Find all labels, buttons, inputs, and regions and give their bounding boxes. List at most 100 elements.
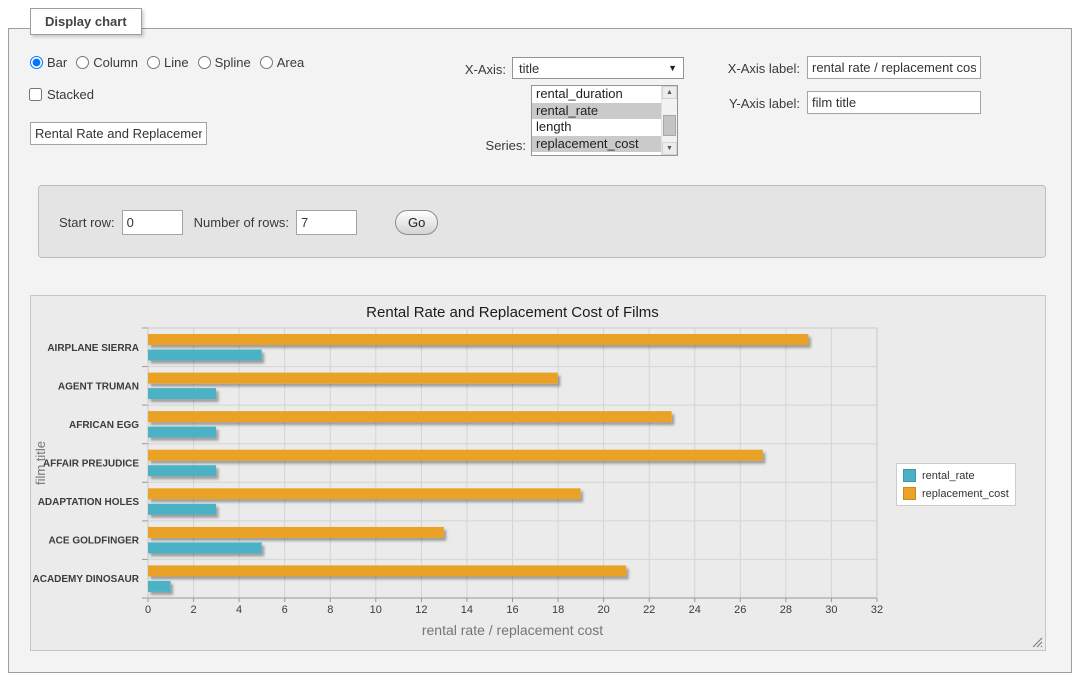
- y-axis-label-input[interactable]: [807, 91, 981, 114]
- series-option-rental_rate[interactable]: rental_rate: [532, 103, 677, 120]
- bar-rental_rate: [148, 504, 216, 515]
- x-tick-label: 30: [825, 604, 837, 616]
- go-button[interactable]: Go: [395, 210, 438, 235]
- category-label: AIRPLANE SIERRA: [47, 343, 139, 354]
- chart-legend: rental_rate replacement_cost: [896, 463, 1016, 506]
- chart-type-option-spline[interactable]: Spline: [198, 55, 251, 70]
- legend-swatch: [903, 469, 916, 482]
- x-tick-label: 0: [145, 604, 151, 616]
- category-label: AFFAIR PREJUDICE: [43, 459, 139, 470]
- x-tick-label: 2: [191, 604, 197, 616]
- chart-type-option-column[interactable]: Column: [76, 55, 138, 70]
- x-tick-label: 8: [327, 604, 333, 616]
- x-tick-label: 22: [643, 604, 655, 616]
- x-tick-label: 6: [282, 604, 288, 616]
- bar-rental_rate: [148, 542, 262, 553]
- legend-item-rental_rate: rental_rate: [903, 469, 1009, 482]
- start-row-label: Start row:: [59, 215, 115, 230]
- series-option-rental_duration[interactable]: rental_duration: [532, 86, 677, 103]
- scroll-up-icon[interactable]: ▲: [662, 86, 677, 99]
- x-tick-label: 32: [871, 604, 883, 616]
- x-axis-selected-value: title: [519, 61, 539, 76]
- chart-type-radio-spline[interactable]: [198, 56, 211, 69]
- scroll-down-icon[interactable]: ▼: [662, 142, 677, 155]
- chart-type-option-line[interactable]: Line: [147, 55, 189, 70]
- stacked-checkbox[interactable]: [29, 88, 42, 101]
- chart-type-radio-area[interactable]: [260, 56, 273, 69]
- bar-replacement_cost: [148, 527, 444, 538]
- x-axis-label-input[interactable]: [807, 56, 981, 79]
- scrollbar-thumb[interactable]: [663, 115, 676, 136]
- chart-type-group: Bar Column Line Spline Area: [30, 55, 304, 70]
- chart-type-option-area[interactable]: Area: [260, 55, 304, 70]
- number-of-rows-input[interactable]: [296, 210, 357, 235]
- number-of-rows-label: Number of rows:: [194, 215, 289, 230]
- chart-type-label: Column: [93, 55, 138, 70]
- x-tick-label: 18: [552, 604, 564, 616]
- category-label: AGENT TRUMAN: [58, 381, 139, 392]
- series-option-length[interactable]: length: [532, 119, 677, 136]
- x-axis-select-label: X-Axis:: [440, 62, 506, 77]
- series-select-label: Series:: [440, 138, 526, 153]
- bar-replacement_cost: [148, 334, 808, 345]
- chart-container: 02468101214161820222426283032AIRPLANE SI…: [30, 295, 1046, 651]
- row-range-controls: Start row: Number of rows: Go: [59, 210, 438, 235]
- x-axis-title: rental rate / replacement cost: [422, 622, 603, 638]
- chart-type-radio-column[interactable]: [76, 56, 89, 69]
- x-axis-select[interactable]: title ▼: [512, 57, 684, 79]
- category-label: ACADEMY DINOSAUR: [33, 574, 140, 585]
- bar-replacement_cost: [148, 488, 581, 499]
- fieldset-legend-text: Display chart: [45, 14, 127, 29]
- series-option-replacement_cost[interactable]: replacement_cost: [532, 136, 677, 153]
- x-tick-label: 20: [597, 604, 609, 616]
- legend-swatch: [903, 487, 916, 500]
- bar-rental_rate: [148, 427, 216, 438]
- y-axis-title: film title: [33, 441, 48, 485]
- x-tick-label: 24: [689, 604, 701, 616]
- row-range-box: Start row: Number of rows: Go: [38, 185, 1046, 258]
- category-label: AFRICAN EGG: [69, 420, 139, 431]
- chevron-down-icon: ▼: [668, 63, 677, 73]
- bar-rental_rate: [148, 465, 216, 476]
- legend-label: rental_rate: [922, 470, 975, 482]
- category-label: ACE GOLDFINGER: [48, 536, 139, 547]
- series-listbox-items: rental_durationrental_ratelengthreplacem…: [532, 86, 677, 152]
- chart-title-input[interactable]: [30, 122, 207, 145]
- chart-type-label: Spline: [215, 55, 251, 70]
- series-listbox[interactable]: rental_durationrental_ratelengthreplacem…: [531, 85, 678, 156]
- page: { "panel": { "title": "Display chart" },…: [0, 0, 1081, 681]
- bar-replacement_cost: [148, 450, 763, 461]
- bar-replacement_cost: [148, 565, 626, 576]
- x-tick-label: 28: [780, 604, 792, 616]
- legend-item-replacement_cost: replacement_cost: [903, 487, 1009, 500]
- x-axis-label-caption: X-Axis label:: [715, 61, 800, 76]
- x-tick-label: 10: [370, 604, 382, 616]
- legend-label: replacement_cost: [922, 488, 1009, 500]
- bar-replacement_cost: [148, 373, 558, 384]
- resize-handle-icon[interactable]: [1031, 636, 1043, 648]
- chart-canvas: 02468101214161820222426283032AIRPLANE SI…: [31, 296, 1045, 650]
- start-row-input[interactable]: [122, 210, 183, 235]
- stacked-row: Stacked: [29, 87, 94, 102]
- bar-rental_rate: [148, 350, 262, 361]
- x-tick-label: 16: [506, 604, 518, 616]
- category-label: ADAPTATION HOLES: [38, 497, 140, 508]
- stacked-label: Stacked: [47, 87, 94, 102]
- bar-rental_rate: [148, 388, 216, 399]
- chart-type-label: Bar: [47, 55, 67, 70]
- x-tick-label: 4: [236, 604, 242, 616]
- x-tick-label: 12: [415, 604, 427, 616]
- bar-replacement_cost: [148, 411, 672, 422]
- series-scrollbar[interactable]: ▲ ▼: [661, 86, 677, 155]
- y-axis-label-caption: Y-Axis label:: [715, 96, 800, 111]
- chart-type-option-bar[interactable]: Bar: [30, 55, 67, 70]
- x-tick-label: 26: [734, 604, 746, 616]
- chart-type-label: Line: [164, 55, 189, 70]
- chart-type-label: Area: [277, 55, 304, 70]
- fieldset-legend: Display chart: [30, 8, 142, 35]
- chart-type-radio-bar[interactable]: [30, 56, 43, 69]
- x-tick-label: 14: [461, 604, 473, 616]
- chart-type-radio-line[interactable]: [147, 56, 160, 69]
- chart-title: Rental Rate and Replacement Cost of Film…: [366, 304, 659, 321]
- bar-rental_rate: [148, 581, 171, 592]
